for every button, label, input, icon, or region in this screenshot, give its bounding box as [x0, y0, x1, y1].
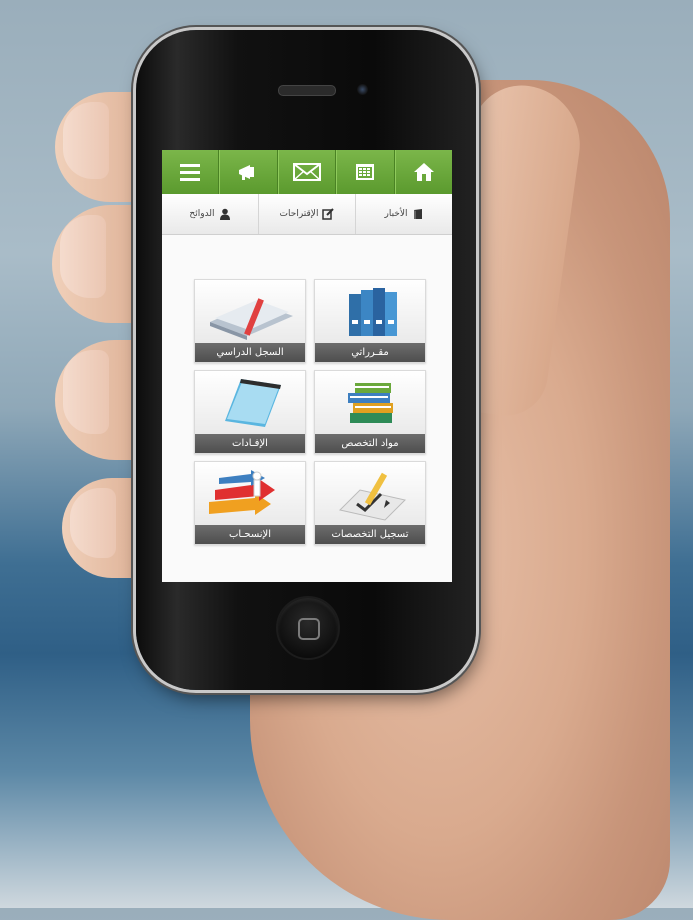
- subnav-label-suggestions: الإقتراحات: [279, 209, 319, 219]
- subnav-item-suggestions[interactable]: الإقتراحات: [259, 194, 356, 234]
- home-square-icon: [298, 618, 320, 640]
- tile-withdrawal[interactable]: الإنسحـاب: [194, 461, 306, 545]
- user-icon: [219, 208, 230, 220]
- tile-label-certificates: الإفـادات: [195, 434, 305, 453]
- top-toolbar: [162, 150, 452, 194]
- tile-academic-record[interactable]: السجل الدراسي: [194, 279, 306, 363]
- home-button[interactable]: [394, 150, 452, 194]
- sub-navigation: الدوائح الإقتراحات الأخبار: [162, 194, 452, 235]
- announcements-button[interactable]: [219, 150, 278, 194]
- tile-certificates[interactable]: الإفـادات: [194, 370, 306, 454]
- megaphone-icon: [238, 165, 254, 180]
- menu-button[interactable]: [162, 150, 220, 194]
- tile-major-registration[interactable]: تسجيل التخصصات: [314, 461, 426, 545]
- app-screen: الدوائح الإقتراحات الأخبار مقـرراتي السج…: [162, 150, 452, 582]
- tiles-grid: مقـرراتي السجل الدراسي مواد التخصص الإفـ…: [162, 235, 452, 582]
- phone-camera: [357, 84, 368, 95]
- tile-label-major-registration: تسجيل التخصصات: [315, 525, 425, 544]
- binders-icon: [349, 288, 397, 336]
- tile-major-courses[interactable]: مواد التخصص: [314, 370, 426, 454]
- arrows-person-icon: [209, 470, 275, 515]
- tile-label-withdrawal: الإنسحـاب: [195, 525, 305, 544]
- subnav-item-news[interactable]: الأخبار: [356, 194, 452, 234]
- tile-label-academic-record: السجل الدراسي: [195, 343, 305, 362]
- tile-label-major-courses: مواد التخصص: [315, 434, 425, 453]
- subnav-item-regulations[interactable]: الدوائح: [162, 194, 259, 234]
- subnav-label-news: الأخبار: [384, 209, 408, 219]
- subnav-label-regulations: الدوائح: [189, 209, 215, 219]
- phone-speaker: [278, 85, 336, 96]
- book-ribbon-icon: [210, 298, 293, 340]
- tile-label-my-courses: مقـرراتي: [315, 343, 425, 362]
- newspaper-icon: [413, 209, 422, 219]
- phone-home-button[interactable]: [276, 596, 340, 660]
- pencil-check-icon: [339, 472, 406, 521]
- calendar-icon: [356, 164, 375, 180]
- edit-icon: [322, 208, 335, 220]
- notepad-icon: [225, 379, 281, 427]
- messages-button[interactable]: [277, 150, 337, 194]
- menu-icon: [180, 164, 201, 181]
- calendar-button[interactable]: [336, 150, 395, 194]
- book-stack-icon: [348, 383, 393, 423]
- mail-icon: [293, 163, 322, 181]
- tile-my-courses[interactable]: مقـرراتي: [314, 279, 426, 363]
- home-icon: [413, 163, 434, 181]
